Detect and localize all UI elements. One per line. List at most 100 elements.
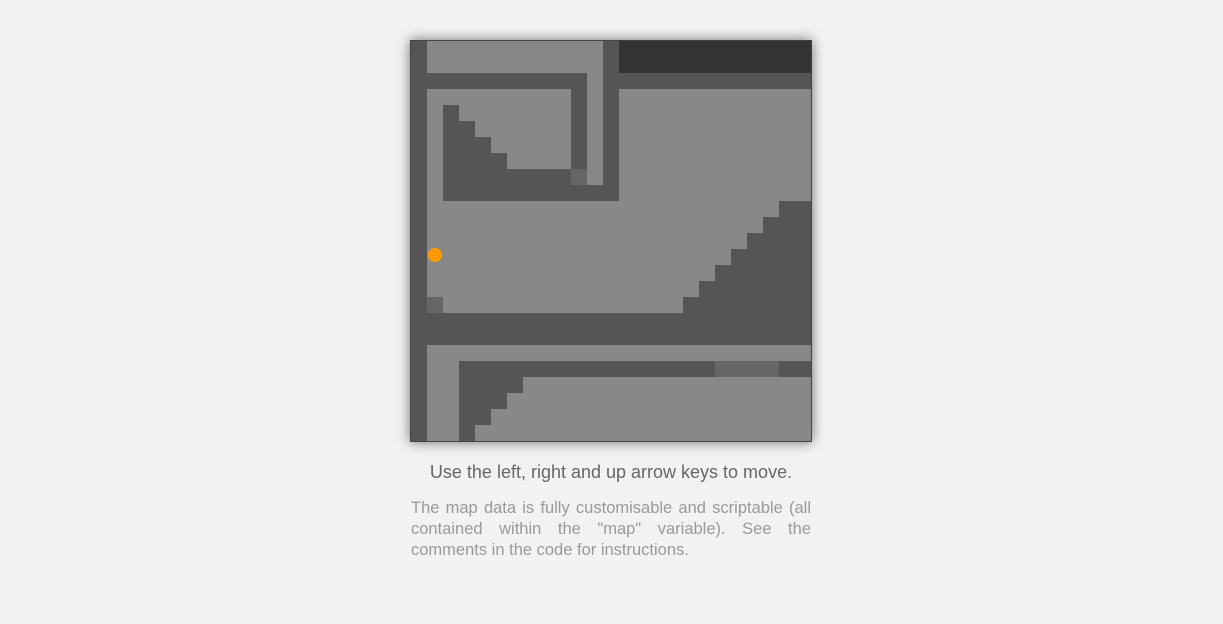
player-ball — [428, 248, 442, 262]
wall-tile — [491, 377, 507, 393]
wall-tile — [779, 297, 795, 313]
wall-tile — [411, 73, 427, 89]
wall-tile — [571, 153, 587, 169]
wall-tile — [411, 377, 427, 393]
wall-dark-tile — [651, 41, 667, 57]
wall-tile — [411, 313, 427, 329]
wall-tile — [651, 73, 667, 89]
wall-tile — [555, 185, 571, 201]
wall-dark-tile — [635, 57, 651, 73]
wall-tile — [603, 153, 619, 169]
wall-tile — [427, 73, 443, 89]
wall-tile — [763, 217, 779, 233]
wall-tile — [459, 313, 475, 329]
wall-tile — [427, 313, 443, 329]
wall-tile — [747, 249, 763, 265]
wall-tile — [779, 265, 795, 281]
wall-tile — [539, 185, 555, 201]
wall-tile — [683, 313, 699, 329]
wall-tile — [683, 329, 699, 345]
wall-dark-tile — [715, 57, 731, 73]
wall-tile — [747, 329, 763, 345]
wall-tile — [731, 297, 747, 313]
wall-tile — [411, 185, 427, 201]
wall-tile — [763, 265, 779, 281]
wall-tile — [571, 313, 587, 329]
wall-tile — [619, 329, 635, 345]
special-tile-tile — [571, 169, 587, 185]
wall-dark-tile — [699, 41, 715, 57]
wall-tile — [603, 41, 619, 57]
wall-tile — [587, 329, 603, 345]
wall-tile — [651, 313, 667, 329]
wall-tile — [475, 169, 491, 185]
wall-tile — [411, 153, 427, 169]
wall-tile — [443, 137, 459, 153]
wall-dark-tile — [779, 57, 795, 73]
wall-tile — [443, 329, 459, 345]
wall-tile — [603, 57, 619, 73]
wall-tile — [507, 185, 523, 201]
wall-tile — [523, 169, 539, 185]
wall-tile — [603, 89, 619, 105]
wall-tile — [475, 377, 491, 393]
wall-tile — [635, 73, 651, 89]
wall-tile — [619, 313, 635, 329]
wall-tile — [555, 361, 571, 377]
wall-tile — [587, 185, 603, 201]
wall-dark-tile — [747, 57, 763, 73]
wall-tile — [779, 233, 795, 249]
wall-tile — [747, 265, 763, 281]
wall-tile — [587, 313, 603, 329]
wall-tile — [475, 73, 491, 89]
wall-tile — [635, 329, 651, 345]
wall-tile — [555, 169, 571, 185]
wall-tile — [635, 313, 651, 329]
wall-tile — [411, 265, 427, 281]
wall-tile — [523, 73, 539, 89]
wall-tile — [779, 329, 795, 345]
wall-tile — [507, 361, 523, 377]
wall-tile — [779, 73, 795, 89]
wall-tile — [731, 249, 747, 265]
wall-tile — [475, 329, 491, 345]
wall-tile — [411, 281, 427, 297]
wall-tile — [411, 217, 427, 233]
wall-tile — [507, 169, 523, 185]
wall-tile — [763, 73, 779, 89]
wall-tile — [491, 329, 507, 345]
wall-tile — [443, 169, 459, 185]
wall-tile — [763, 249, 779, 265]
wall-tile — [555, 73, 571, 89]
wall-dark-tile — [731, 57, 747, 73]
wall-tile — [795, 297, 811, 313]
wall-tile — [603, 105, 619, 121]
wall-tile — [475, 153, 491, 169]
wall-tile — [411, 121, 427, 137]
wall-tile — [603, 121, 619, 137]
special-tile-tile — [715, 361, 731, 377]
controls-instructions: Use the left, right and up arrow keys to… — [429, 462, 793, 482]
wall-tile — [507, 329, 523, 345]
wall-tile — [619, 361, 635, 377]
wall-tile — [475, 185, 491, 201]
wall-tile — [795, 233, 811, 249]
wall-tile — [507, 73, 523, 89]
wall-tile — [603, 329, 619, 345]
wall-tile — [411, 329, 427, 345]
wall-tile — [539, 361, 555, 377]
wall-tile — [747, 297, 763, 313]
wall-tile — [699, 329, 715, 345]
game-map[interactable] — [411, 41, 811, 441]
special-tile-tile — [763, 361, 779, 377]
wall-tile — [571, 137, 587, 153]
wall-tile — [459, 169, 475, 185]
wall-tile — [571, 89, 587, 105]
map-tiles — [411, 41, 811, 441]
wall-tile — [619, 73, 635, 89]
wall-dark-tile — [619, 57, 635, 73]
wall-tile — [539, 169, 555, 185]
wall-tile — [443, 313, 459, 329]
wall-tile — [491, 313, 507, 329]
wall-dark-tile — [619, 41, 635, 57]
